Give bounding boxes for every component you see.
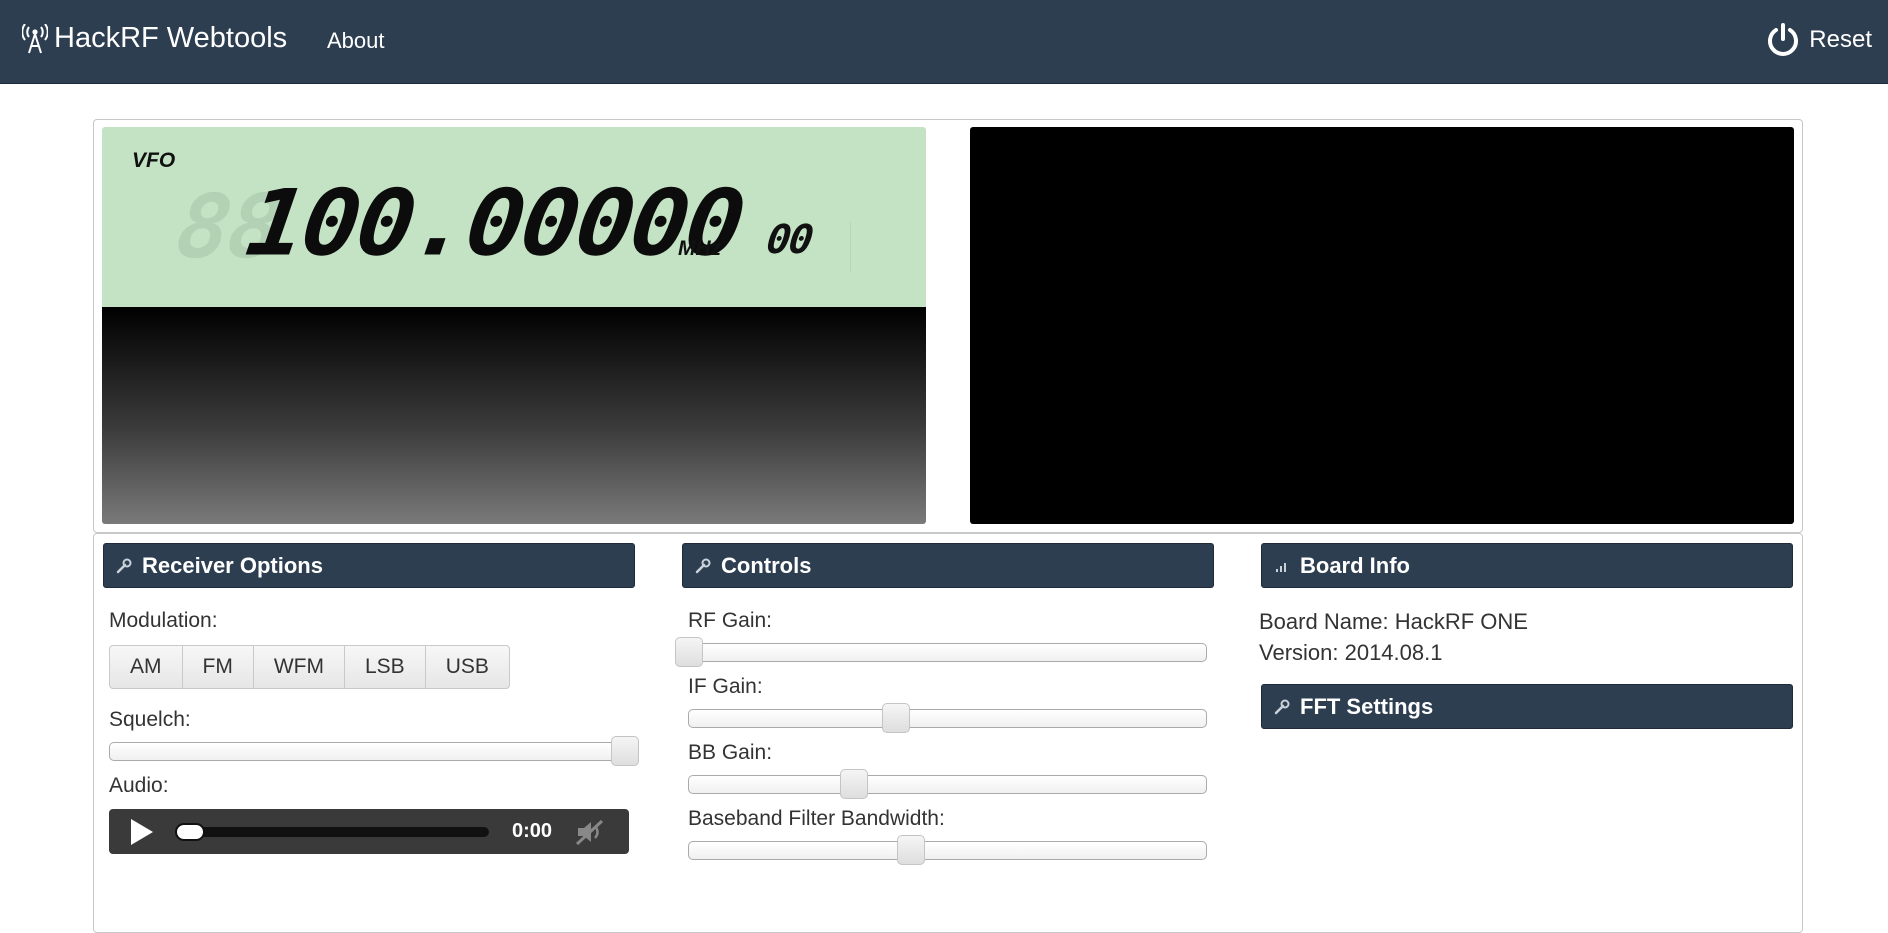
- if-gain-slider-handle[interactable]: [881, 703, 910, 733]
- bb-filter-slider-handle[interactable]: [897, 835, 926, 865]
- vfo-frequency[interactable]: 100.00000: [241, 170, 749, 276]
- controls-title: Controls: [721, 552, 812, 578]
- rf-gain-label: RF Gain:: [688, 609, 773, 632]
- waterfall-canvas[interactable]: [970, 127, 1794, 524]
- receiver-options-title: Receiver Options: [142, 552, 323, 578]
- board-name: Board Name: HackRF ONE: [1259, 609, 1528, 634]
- if-gain-slider[interactable]: [688, 703, 1207, 733]
- play-icon[interactable]: [131, 819, 153, 845]
- audio-label: Audio:: [109, 774, 169, 797]
- mute-icon[interactable]: [575, 818, 605, 846]
- audio-time: 0:00: [512, 820, 553, 842]
- signal-icon: [1276, 562, 1286, 572]
- bb-gain-slider[interactable]: [688, 769, 1207, 799]
- lcd-divider: [850, 222, 851, 272]
- wrench-icon: [1274, 699, 1290, 714]
- modulation-label: Modulation:: [109, 609, 218, 632]
- bb-gain-label: BB Gain:: [688, 741, 773, 764]
- modulation-fm-button[interactable]: FM: [181, 645, 254, 689]
- reset-button[interactable]: Reset: [1765, 22, 1872, 58]
- controls-well: [93, 533, 1803, 933]
- modulation-usb-button[interactable]: USB: [424, 645, 510, 689]
- antenna-icon: [22, 23, 48, 53]
- board-info-title: Board Info: [1300, 552, 1410, 578]
- vfo-display[interactable]: VFO 88 100.00000 MHz 00: [102, 127, 926, 307]
- nav-about-link[interactable]: About: [327, 28, 385, 54]
- fft-settings-header[interactable]: FFT Settings: [1261, 684, 1793, 729]
- controls-header: Controls: [682, 543, 1214, 588]
- board-info-header: Board Info: [1261, 543, 1793, 588]
- vfo-sub-digits: 00: [763, 217, 815, 263]
- modulation-lsb-button[interactable]: LSB: [343, 645, 426, 689]
- vfo-unit: MHz: [678, 237, 722, 260]
- squelch-slider-handle[interactable]: [611, 736, 639, 766]
- if-gain-label: IF Gain:: [688, 675, 763, 698]
- rf-gain-slider[interactable]: [675, 637, 1207, 667]
- reset-label: Reset: [1809, 26, 1872, 53]
- bb-filter-slider[interactable]: [688, 835, 1207, 865]
- rf-gain-slider-handle[interactable]: [675, 637, 703, 667]
- fft-settings-title: FFT Settings: [1300, 693, 1434, 719]
- squelch-slider[interactable]: [109, 736, 639, 766]
- wrench-icon: [116, 558, 132, 573]
- vfo-label: VFO: [132, 149, 176, 172]
- squelch-label: Squelch:: [109, 708, 191, 731]
- audio-seek-bar[interactable]: [175, 823, 489, 841]
- bb-filter-label: Baseband Filter Bandwidth:: [688, 807, 945, 830]
- board-version: Version: 2014.08.1: [1259, 640, 1443, 665]
- bb-gain-slider-handle[interactable]: [840, 769, 869, 799]
- audio-seek-handle[interactable]: [175, 823, 205, 841]
- power-icon: [1768, 23, 1799, 56]
- modulation-button-group: AM FM WFM LSB USB: [109, 645, 510, 689]
- spectrum-canvas[interactable]: [102, 307, 926, 524]
- wrench-icon: [695, 558, 711, 573]
- modulation-am-button[interactable]: AM: [109, 645, 183, 689]
- modulation-wfm-button[interactable]: WFM: [252, 645, 345, 689]
- audio-player: 0:00: [109, 809, 629, 854]
- navbar: HackRF Webtools About Reset: [0, 0, 1888, 84]
- brand-title: HackRF Webtools: [54, 22, 288, 54]
- brand-link[interactable]: HackRF Webtools: [22, 22, 287, 55]
- receiver-options-header: Receiver Options: [103, 543, 635, 588]
